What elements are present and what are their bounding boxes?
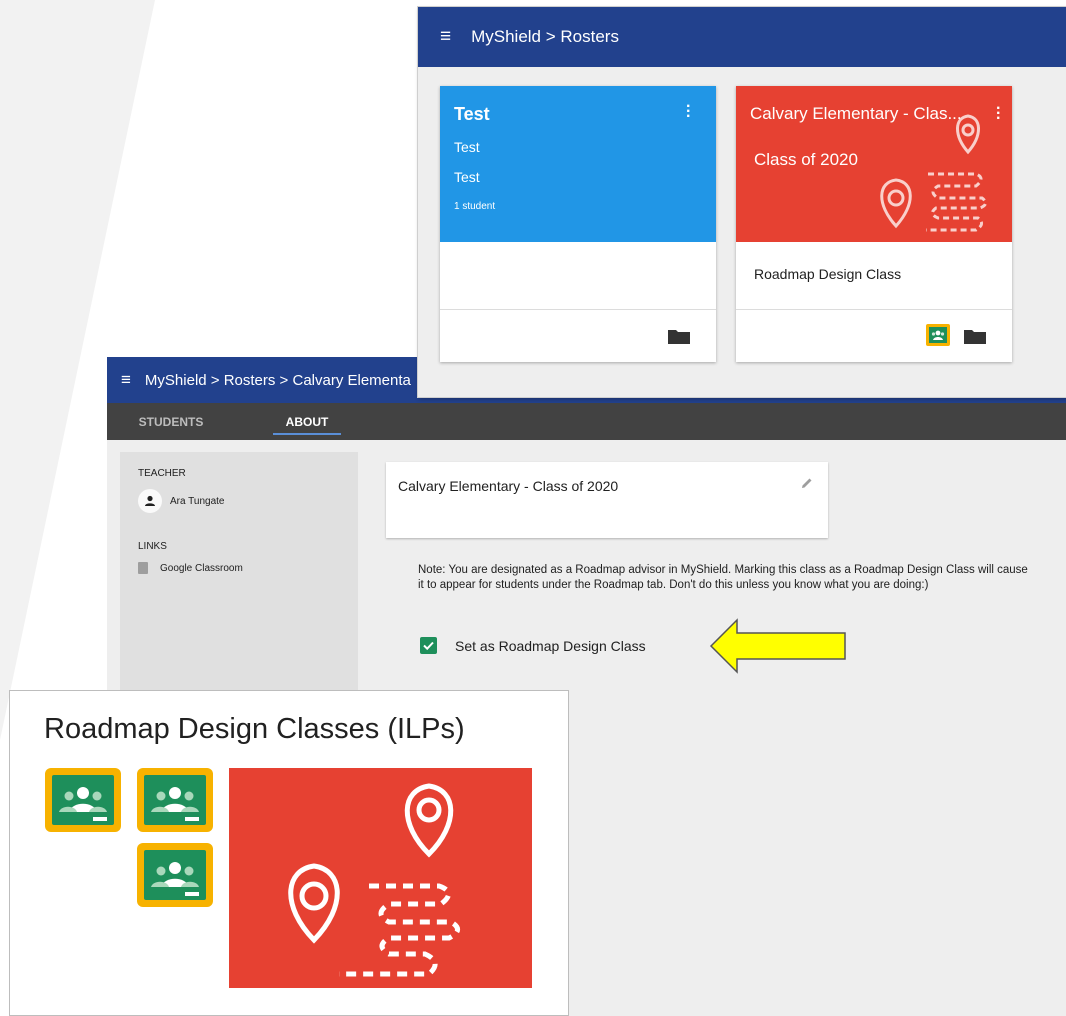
teacher-name: Ara Tungate bbox=[170, 495, 225, 507]
advisor-note: Note: You are designated as a Roadmap ad… bbox=[418, 564, 1028, 591]
folder-icon[interactable] bbox=[964, 328, 986, 344]
person-icon bbox=[145, 495, 155, 506]
book-icon bbox=[138, 562, 148, 574]
hamburger-menu-icon[interactable]: ≡ bbox=[440, 26, 451, 48]
rosters-breadcrumb: MyShield > Rosters bbox=[471, 27, 619, 46]
roadmap-graphic bbox=[229, 768, 532, 988]
card-header: Test Test Test 1 student · · · bbox=[440, 86, 716, 242]
card-title: Test bbox=[454, 104, 490, 124]
yellow-arrow-annotation bbox=[709, 618, 846, 674]
rosters-window: ≡ MyShield > Rosters Test Test Test 1 st… bbox=[418, 7, 1066, 397]
student-count: 1 student bbox=[454, 201, 496, 212]
tab-bar: STUDENTS ABOUT bbox=[107, 403, 1066, 440]
folder-icon[interactable] bbox=[668, 328, 690, 344]
checkmark-icon bbox=[423, 641, 434, 651]
breadcrumb: MyShield > Rosters > Calvary Elementa bbox=[144, 371, 411, 389]
card-title: Calvary Elementary - Clas... bbox=[750, 104, 962, 123]
card-footer bbox=[440, 310, 716, 362]
google-classroom-icon bbox=[45, 768, 121, 832]
teacher-heading: TEACHER bbox=[138, 468, 186, 479]
roadmap-design-classes-panel: Roadmap Design Classes (ILPs) bbox=[9, 690, 569, 1016]
hamburger-menu-icon[interactable]: ≡ bbox=[121, 370, 131, 390]
card-line: Test bbox=[454, 169, 480, 185]
roster-card-test[interactable]: Test Test Test 1 student · · · bbox=[440, 86, 716, 362]
card-footer bbox=[736, 310, 1012, 362]
panel-title: Roadmap Design Classes (ILPs) bbox=[44, 713, 465, 745]
roadmap-design-checkbox[interactable] bbox=[420, 637, 437, 654]
card-body bbox=[440, 242, 716, 310]
google-classroom-icon[interactable] bbox=[926, 324, 950, 346]
class-name-card: Calvary Elementary - Class of 2020 bbox=[386, 462, 828, 538]
edit-pencil-icon[interactable] bbox=[800, 476, 814, 490]
checkbox-label: Set as Roadmap Design Class bbox=[455, 637, 646, 654]
class-name: Calvary Elementary - Class of 2020 bbox=[398, 478, 619, 494]
card-body: Roadmap Design Class bbox=[736, 242, 1012, 310]
avatar bbox=[138, 489, 162, 513]
link-label: Google Classroom bbox=[160, 562, 243, 574]
more-vert-icon[interactable]: · · · bbox=[996, 101, 1001, 127]
google-classroom-icon bbox=[137, 768, 213, 832]
links-heading: LINKS bbox=[138, 541, 167, 552]
google-classroom-icon bbox=[137, 843, 213, 907]
tab-about[interactable]: ABOUT bbox=[273, 403, 341, 440]
more-vert-icon[interactable]: · · · bbox=[686, 99, 691, 125]
rosters-app-bar: ≡ MyShield > Rosters bbox=[418, 7, 1066, 67]
roadmap-pins-icon bbox=[880, 114, 987, 232]
sidebar: TEACHER Ara Tungate LINKS Google Classro… bbox=[120, 452, 358, 702]
card-line: Test bbox=[454, 139, 480, 155]
card-header: Calvary Elementary - Clas... Class of 20… bbox=[736, 86, 1012, 242]
tab-students[interactable]: STUDENTS bbox=[119, 403, 223, 440]
google-classroom-link[interactable]: Google Classroom bbox=[138, 562, 340, 574]
teacher-row: Ara Tungate bbox=[138, 489, 340, 513]
roadmap-pins-icon bbox=[288, 783, 460, 977]
card-subtitle: Class of 2020 bbox=[754, 150, 858, 169]
roadmap-design-checkbox-row[interactable]: Set as Roadmap Design Class bbox=[420, 637, 646, 654]
roster-card-calvary[interactable]: Calvary Elementary - Clas... Class of 20… bbox=[736, 86, 1012, 362]
